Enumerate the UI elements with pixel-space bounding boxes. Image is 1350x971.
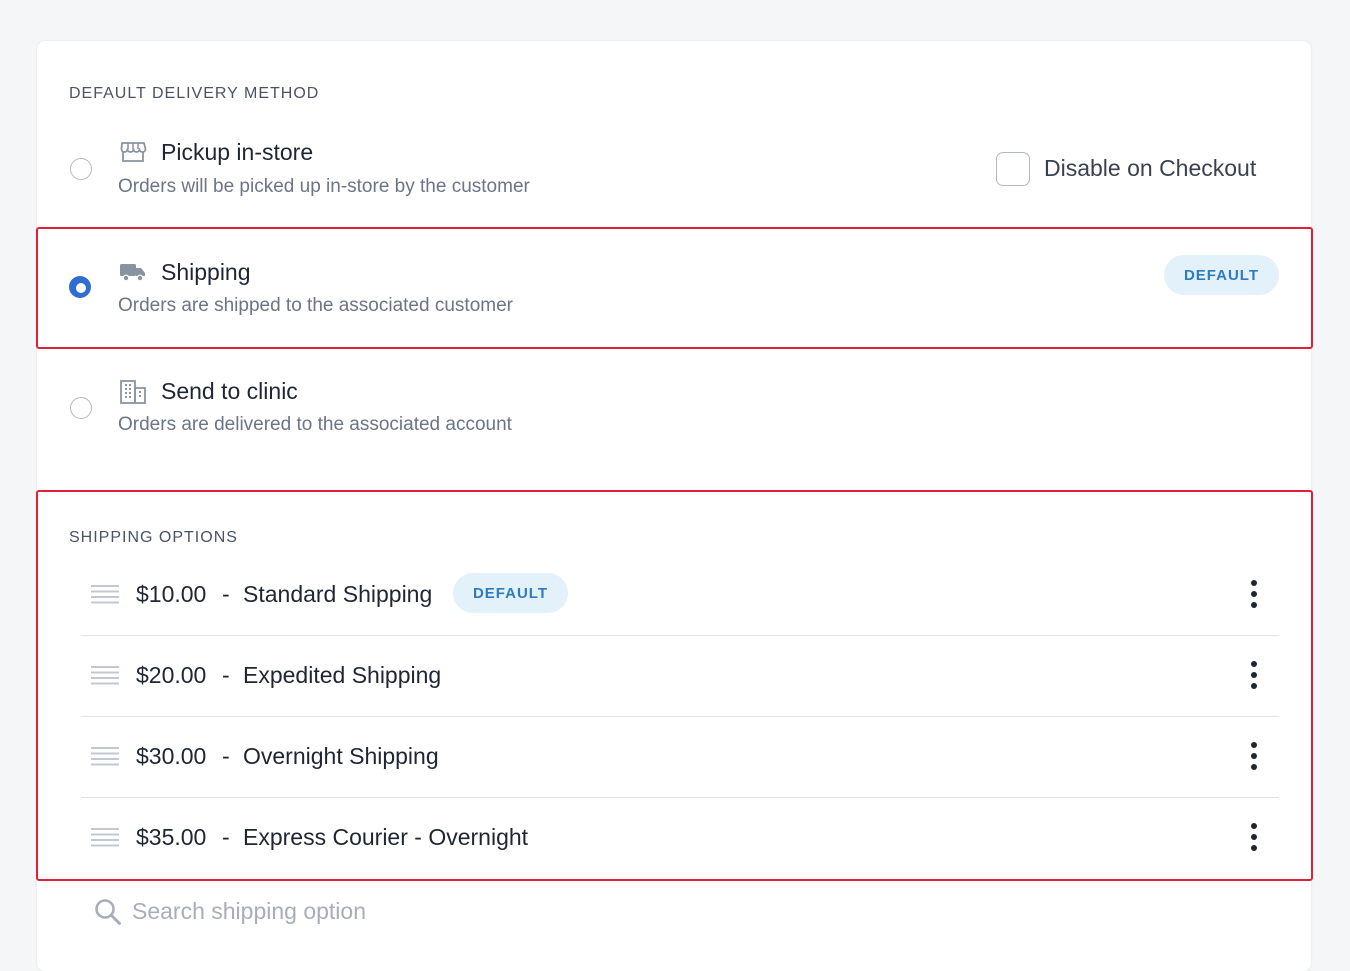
shipping-option-row[interactable]: $35.00 - Express Courier - Overnight — [81, 797, 1279, 878]
option-name: Expedited Shipping — [243, 662, 442, 688]
shipping-option-row[interactable]: $30.00 - Overnight Shipping — [81, 716, 1279, 798]
radio-clinic[interactable] — [70, 397, 92, 419]
method-desc-pickup: Orders will be picked up in-store by the… — [118, 176, 530, 197]
option-price: $35.00 — [136, 824, 207, 850]
option-price: $10.00 — [136, 581, 207, 607]
method-desc-shipping: Orders are shipped to the associated cus… — [118, 295, 513, 316]
search-shipping-option-input[interactable] — [132, 893, 732, 929]
method-title-shipping: Shipping — [161, 259, 251, 285]
option-separator: - — [222, 743, 230, 769]
drag-handle-icon[interactable] — [91, 665, 119, 685]
drag-handle-icon[interactable] — [91, 746, 119, 766]
option-name: Overnight Shipping — [243, 743, 439, 769]
option-separator: - — [222, 824, 230, 850]
drag-handle-icon[interactable] — [91, 584, 119, 604]
truck-icon — [120, 264, 145, 282]
more-options-icon[interactable] — [1243, 741, 1265, 771]
default-badge-standard: DEFAULT — [453, 573, 568, 613]
disable-on-checkout-label[interactable]: Disable on Checkout — [1044, 155, 1256, 182]
option-price: $20.00 — [136, 662, 207, 688]
option-name: Standard Shipping — [243, 581, 433, 607]
option-name: Express Courier - Overnight — [243, 824, 529, 850]
more-options-icon[interactable] — [1243, 660, 1265, 690]
shipping-option-row[interactable]: $20.00 - Expedited Shipping — [81, 635, 1279, 717]
option-separator: - — [222, 662, 230, 688]
store-icon — [120, 142, 147, 162]
method-title-clinic: Send to clinic — [161, 378, 298, 404]
radio-pickup[interactable] — [70, 158, 92, 180]
delivery-method-section-label: DEFAULT DELIVERY METHOD — [69, 85, 320, 102]
shipping-option-row[interactable]: $10.00 - Standard Shipping DEFAULT — [81, 554, 1279, 636]
drag-handle-icon[interactable] — [91, 827, 119, 847]
radio-shipping[interactable] — [69, 276, 91, 298]
method-title-pickup: Pickup in-store — [161, 139, 314, 165]
default-badge-shipping: DEFAULT — [1164, 255, 1279, 295]
search-icon — [95, 899, 121, 925]
method-desc-clinic: Orders are delivered to the associated a… — [118, 414, 512, 435]
option-separator: - — [222, 581, 230, 607]
method-option-shipping[interactable] — [40, 230, 1140, 346]
shipping-options-section-label: SHIPPING OPTIONS — [69, 529, 238, 546]
more-options-icon[interactable] — [1243, 579, 1265, 609]
disable-on-checkout-checkbox[interactable] — [996, 152, 1030, 186]
building-icon — [120, 380, 146, 404]
more-options-icon[interactable] — [1243, 822, 1265, 852]
option-price: $30.00 — [136, 743, 207, 769]
